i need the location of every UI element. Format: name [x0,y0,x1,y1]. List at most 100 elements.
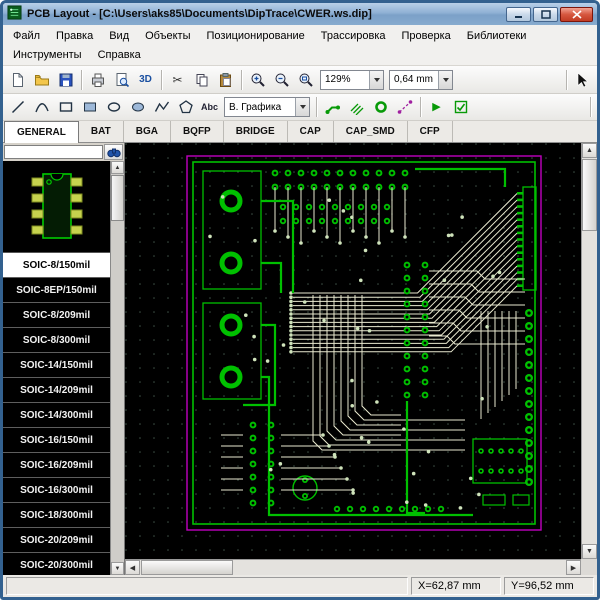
hscroll-thumb[interactable] [141,560,233,575]
zoom-in-button[interactable] [246,68,269,91]
library-tabs: GENERAL BAT BGA BQFP BRIDGE CAP CAP_SMD … [3,121,597,143]
polygon-tool-button[interactable] [174,96,197,119]
list-item[interactable]: SOIC-14/300mil [3,403,110,428]
main-content: SOIC-8/150mil SOIC-8EP/150mil SOIC-8/209… [3,143,597,575]
menu-tools[interactable]: Инструменты [5,49,90,61]
menu-help[interactable]: Справка [90,49,149,61]
print-button[interactable] [86,68,109,91]
arc-tool-button[interactable] [30,96,53,119]
titlebar[interactable]: PCB Layout - [C:\Users\aks85\Documents\D… [3,3,597,25]
grid-combo-arrow-icon[interactable] [438,71,452,89]
copy-button[interactable] [190,68,213,91]
scroll-down-icon: ▼ [115,566,121,572]
cut-button[interactable]: ✂ [166,68,189,91]
scroll-down-icon: ▼ [586,548,593,555]
filled-rectangle-tool-button[interactable] [78,96,101,119]
ratlines-button[interactable] [393,96,416,119]
scroll-down-button[interactable]: ▼ [111,562,124,575]
toolbar-separator [316,97,317,117]
menu-edit[interactable]: Правка [48,30,101,42]
menu-file[interactable]: Файл [5,30,48,42]
menu-placement[interactable]: Позиционирование [199,30,313,42]
toolbar-separator [81,70,82,90]
scroll-up-button[interactable]: ▲ [582,143,597,158]
route-bus-button[interactable] [345,96,368,119]
filled-rectangle-icon [82,99,98,115]
pattern-filter-box[interactable] [4,145,103,159]
list-item[interactable]: SOIC-18/300mil [3,503,110,528]
new-button[interactable] [6,68,29,91]
3d-button[interactable]: 3D [134,68,157,91]
menu-verification[interactable]: Проверка [394,30,459,42]
layer-value: В. Графика [225,102,295,113]
canvas-vscrollbar[interactable]: ▲ ▼ [581,143,597,559]
verify-board-button[interactable] [449,96,472,119]
zoom-out-button[interactable] [270,68,293,91]
polyline-tool-button[interactable] [150,96,173,119]
tab-bat[interactable]: BAT [79,121,124,142]
zoom-in-icon [250,72,266,88]
line-tool-button[interactable] [6,96,29,119]
tab-bga[interactable]: BGA [124,121,171,142]
print-preview-button[interactable] [110,68,133,91]
ellipse-tool-button[interactable] [102,96,125,119]
tab-cap-smd[interactable]: CAP_SMD [334,121,408,142]
maximize-icon [541,10,551,19]
list-item[interactable]: SOIC-8/209mil [3,303,110,328]
search-component-button[interactable] [104,144,123,160]
list-item[interactable]: SOIC-14/150mil [3,353,110,378]
copy-icon [194,72,210,88]
menu-routing[interactable]: Трассировка [313,30,394,42]
zoom-window-button[interactable] [294,68,317,91]
paste-icon [218,72,234,88]
save-button[interactable] [54,68,77,91]
paste-button[interactable] [214,68,237,91]
open-button[interactable] [30,68,53,91]
layer-combo[interactable]: В. Графика [224,97,310,117]
scroll-up-button[interactable]: ▲ [111,161,124,174]
filled-ellipse-tool-button[interactable] [126,96,149,119]
list-item[interactable]: SOIC-20/300mil [3,553,110,575]
zoom-combo[interactable]: 129% [320,70,384,90]
list-item[interactable]: SOIC-8EP/150mil [3,278,110,303]
close-button[interactable] [560,7,593,22]
list-item[interactable]: SOIC-16/150mil [3,428,110,453]
list-item[interactable]: SOIC-8/150mil [3,253,110,278]
maximize-button[interactable] [533,7,558,22]
sidebar-scrollbar[interactable]: ▲ ▼ [110,161,124,575]
minimize-button[interactable] [506,7,531,22]
grid-combo[interactable]: 0,64 mm [389,70,453,90]
tab-cfp[interactable]: CFP [408,121,453,142]
tab-bridge[interactable]: BRIDGE [224,121,288,142]
list-item[interactable]: SOIC-16/209mil [3,453,110,478]
list-item[interactable]: SOIC-20/209mil [3,528,110,553]
canvas-hscrollbar[interactable]: ◀ ▶ [125,559,581,575]
close-icon [572,10,582,19]
vscroll-thumb[interactable] [582,159,597,231]
scroll-up-icon: ▲ [586,147,593,154]
menu-libraries[interactable]: Библиотеки [459,30,535,42]
run-autorouter-button[interactable]: ▶ [425,96,448,119]
list-item[interactable]: SOIC-16/300mil [3,478,110,503]
menu-view[interactable]: Вид [101,30,137,42]
scroll-right-button[interactable]: ▶ [566,560,581,575]
zoom-combo-arrow-icon[interactable] [369,71,383,89]
layer-combo-arrow-icon[interactable] [295,98,309,116]
tab-general[interactable]: GENERAL [4,121,79,143]
route-trace-button[interactable] [321,96,344,119]
default-cursor-button[interactable] [571,68,594,91]
component-preview [3,161,110,253]
tab-cap[interactable]: CAP [288,121,334,142]
menu-objects[interactable]: Объекты [137,30,198,42]
tab-bqfp[interactable]: BQFP [171,121,224,142]
text-tool-button[interactable]: Abc [198,96,221,119]
scrollbar-thumb[interactable] [111,175,124,221]
scroll-down-button[interactable]: ▼ [582,544,597,559]
list-item[interactable]: SOIC-8/300mil [3,328,110,353]
pcb-canvas[interactable]: ▲ ▼ ◀ ▶ [125,143,597,575]
list-item[interactable]: SOIC-14/209mil [3,378,110,403]
scroll-left-button[interactable]: ◀ [125,560,140,575]
rectangle-tool-button[interactable] [54,96,77,119]
place-via-button[interactable] [369,96,392,119]
board-check-icon [453,99,469,115]
